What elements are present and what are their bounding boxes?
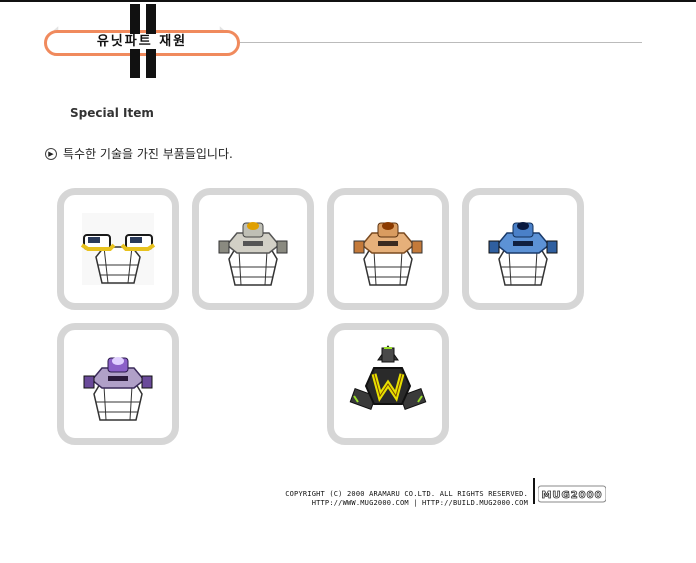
mug2000-logo-icon: MUG2000	[537, 485, 607, 503]
orange-pod-part-icon	[353, 222, 423, 286]
header-rule	[224, 42, 642, 43]
top-border	[0, 0, 696, 2]
item-tile-5[interactable]	[57, 323, 179, 445]
item-tile-4[interactable]	[462, 188, 584, 310]
footer-line-2: HTTP://WWW.MUG2000.COM | HTTP://BUILD.MU…	[311, 499, 528, 507]
footer-logo: MUG2000	[537, 482, 607, 503]
item-tile-6[interactable]	[327, 323, 449, 445]
item-tile-3[interactable]	[327, 188, 449, 310]
page-title: 유닛파트 재원	[44, 31, 240, 53]
gray-pod-part-icon	[218, 222, 288, 286]
item-tile-2[interactable]	[192, 188, 314, 310]
blue-pod-part-icon	[488, 222, 558, 286]
w-emblem-part-icon	[349, 345, 427, 410]
section-label: Special Item	[70, 106, 154, 120]
description-text: 특수한 기술을 가진 부품들입니다.	[63, 147, 233, 161]
yellow-twin-pod-part-icon	[80, 213, 156, 285]
footer-copyright: COPYRIGHT (C) 2000 ARAMARU CO.LTD. ALL R…	[224, 490, 528, 508]
footer-divider	[533, 478, 535, 504]
item-tile-1[interactable]	[57, 188, 179, 310]
play-bullet-icon: ▶	[45, 147, 57, 160]
purple-pod-part-icon	[83, 357, 153, 421]
svg-text:MUG2000: MUG2000	[541, 490, 602, 501]
description: ▶ 특수한 기술을 가진 부품들입니다.	[45, 145, 233, 162]
footer-line-1: COPYRIGHT (C) 2000 ARAMARU CO.LTD. ALL R…	[285, 490, 528, 498]
header-banner: ‹ › 유닛파트 재원	[44, 4, 642, 78]
